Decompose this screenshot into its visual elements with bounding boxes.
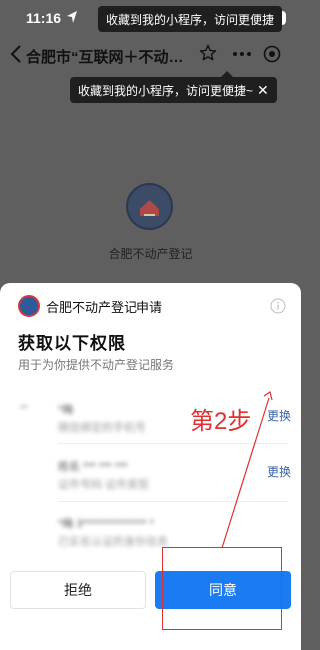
- permission-option-1-primary[interactable]: *梅: [58, 401, 73, 417]
- agree-highlight-box: [162, 547, 282, 630]
- step-annotation: 第2步: [190, 408, 252, 435]
- tooltip-close-icon[interactable]: ✕: [257, 82, 269, 99]
- status-time: 11:16: [26, 10, 62, 26]
- permission-option-2-primary[interactable]: 姓名 *** *** ***: [58, 458, 128, 474]
- favorite-tooltip-top: 收藏到我的小程序，访问更便捷: [98, 6, 283, 32]
- tooltip-text: 收藏到我的小程序，访问更便捷~: [78, 83, 254, 98]
- tooltip-text: 收藏到我的小程序，访问更便捷: [106, 12, 275, 27]
- sheet-app-name: 合肥不动产登记: [46, 300, 138, 315]
- divider: [58, 443, 288, 444]
- house-emblem-icon: [140, 200, 159, 216]
- page-title: 合肥市“互联网＋不动…: [26, 49, 184, 66]
- info-icon[interactable]: [270, 298, 286, 314]
- divider: [58, 501, 288, 502]
- sheet-apply-label: 申请: [136, 300, 163, 315]
- selection-mark: ▪▪: [20, 401, 28, 413]
- permission-option-3-primary[interactable]: *梅 3*************** *: [58, 515, 154, 531]
- close-target-icon[interactable]: [263, 45, 281, 63]
- app-logo: [126, 183, 173, 230]
- location-arrow-icon: [67, 11, 77, 23]
- decline-button[interactable]: 拒绝: [10, 571, 146, 609]
- sheet-app-logo: [18, 295, 40, 317]
- back-chevron-icon[interactable]: [10, 44, 22, 64]
- permission-title: 获取以下权限: [18, 334, 126, 353]
- permission-option-3-secondary: 已实名认证的身份信息: [58, 536, 168, 548]
- favorite-tooltip: 收藏到我的小程序，访问更便捷~ ✕: [70, 77, 277, 103]
- permission-option-2-secondary: 证件号码 证件类型: [58, 479, 150, 491]
- permission-option-1-secondary: 微信绑定的手机号: [58, 422, 146, 434]
- more-dots-icon[interactable]: [232, 51, 252, 57]
- authorization-sheet: 合肥不动产登记 申请 获取以下权限 用于为你提供不动产登记服务 ▪▪ *梅 微信…: [0, 283, 301, 650]
- change-link-2[interactable]: 更换: [267, 463, 291, 480]
- mini-program-nav-bar: 合肥市“互联网＋不动…: [0, 38, 301, 72]
- star-icon[interactable]: [199, 44, 217, 62]
- app-name: 合肥不动产登记: [108, 247, 193, 261]
- permission-subtitle: 用于为你提供不动产登记服务: [18, 358, 175, 372]
- change-link-1[interactable]: 更换: [267, 407, 291, 424]
